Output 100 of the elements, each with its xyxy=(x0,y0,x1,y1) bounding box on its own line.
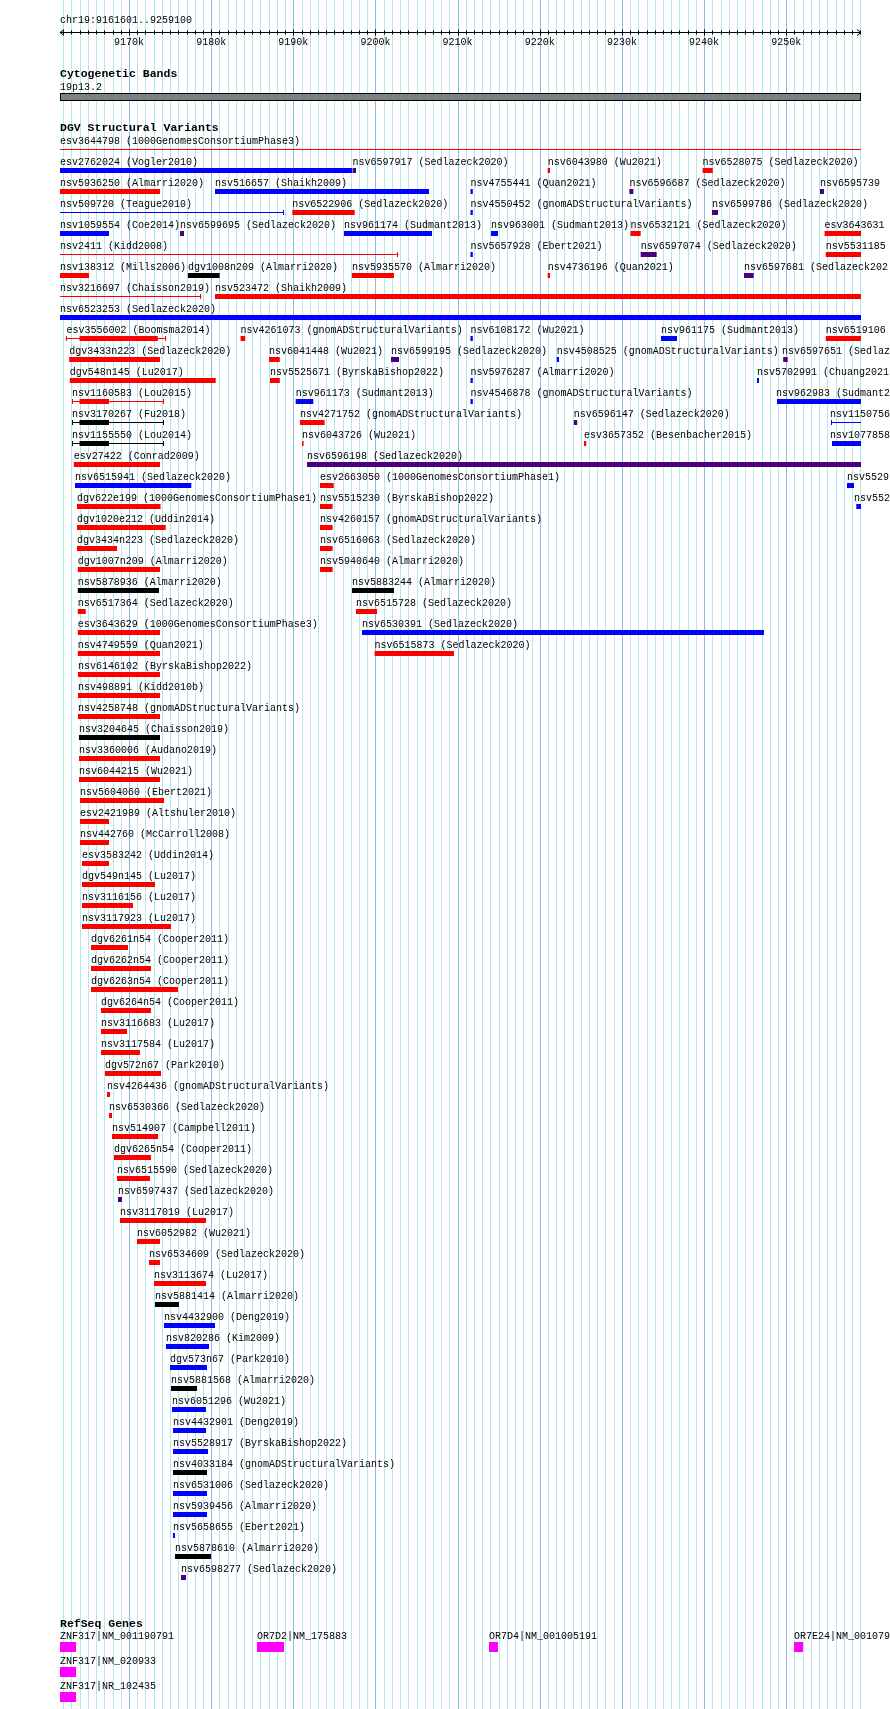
variant-label: dgv3433n223 (Sedlazeck2020) xyxy=(69,345,232,357)
variant-label: nsv6596687 (Sedlazeck2020) xyxy=(629,177,786,189)
variant-label: nsv6043980 (Wu2021) xyxy=(547,156,662,168)
variant-label: nsv1077858 xyxy=(830,429,890,441)
gene-bar xyxy=(60,1642,76,1652)
variant-label: dgv548n145 (Lu2017) xyxy=(69,366,184,378)
variant-label: nsv962983 (Sudmant2 xyxy=(776,387,890,399)
gene-label: OR7D4|NM_001005191 xyxy=(489,1631,598,1642)
variant-label: esv3583242 (Uddin2014) xyxy=(82,849,215,861)
variant-label: nsv514907 (Campbell2011) xyxy=(112,1122,257,1134)
variant-label: nsv820286 (Kim2009) xyxy=(166,1332,281,1344)
variant-label: esv3643629 (1000GenomesConsortiumPhase3) xyxy=(77,618,318,630)
track-title: RefSeq Genes xyxy=(60,1617,143,1630)
variant-label: nsv523472 (Shaikh2009) xyxy=(215,282,348,294)
variant-label: nsv4271752 (gnomADStructuralVariants) xyxy=(300,408,523,420)
variant-label: nsv6534609 (Sedlazeck2020) xyxy=(149,1248,306,1260)
variant-label: dgv1020e212 (Uddin2014) xyxy=(77,513,216,525)
variant-label: nsv498891 (Kidd2010b) xyxy=(78,681,205,693)
variant-label: nsv6597437 (Sedlazeck2020) xyxy=(118,1185,275,1197)
variant-label: dgv549n145 (Lu2017) xyxy=(82,870,197,882)
variant-label: nsv6528075 (Sedlazeck2020) xyxy=(702,156,859,168)
tick-label: 9180k xyxy=(196,36,227,48)
variant-label: nsv3360006 (Audano2019) xyxy=(79,744,218,756)
variant-label: nsv3204645 (Chaisson2019) xyxy=(79,723,230,735)
variant-label: esv3643631 xyxy=(824,219,885,231)
variant-label: esv2663050 (1000GenomesConsortiumPhase1) xyxy=(320,471,561,483)
variant-label: nsv3116156 (Lu2017) xyxy=(82,891,197,903)
tick-label: 9210k xyxy=(442,36,473,48)
variant-label: esv3657352 (Besenbacher2015) xyxy=(584,429,752,441)
variant-label: dgv3434n223 (Sedlazeck2020) xyxy=(77,534,240,546)
variant-label: dgv1008n209 (Almarri2020) xyxy=(187,261,338,273)
variant-label: nsv5881568 (Almarri2020) xyxy=(171,1374,316,1386)
variant-label: nsv4264436 (gnomADStructuralVariants) xyxy=(107,1080,330,1092)
variant-label: esv27422 (Conrad2009) xyxy=(73,450,200,462)
variant-label: nsv4432900 (Deng2019) xyxy=(164,1311,291,1323)
variant-label: nsv3116683 (Lu2017) xyxy=(101,1017,216,1029)
variant-label: nsv6597681 (Sedlazeck202 xyxy=(744,261,888,273)
variant-label: nsv6051296 (Wu2021) xyxy=(172,1395,287,1407)
tick-label: 9230k xyxy=(606,36,637,48)
variant-label: nsv4508525 (gnomADStructuralVariants) xyxy=(556,345,779,357)
variant-label: nsv961173 (Sudmant2013) xyxy=(295,387,434,399)
variant-label: nsv442760 (McCarroll2008) xyxy=(80,828,231,840)
variant-label: nsv6522906 (Sedlazeck2020) xyxy=(292,198,449,210)
tick-label: 9200k xyxy=(360,36,391,48)
variant-label: nsv3216697 (Chaisson2019) xyxy=(60,282,211,294)
variant-label: nsv4260157 (gnomADStructuralVariants) xyxy=(320,513,543,525)
gene-bar xyxy=(257,1642,284,1652)
variant-label: nsv4261073 (gnomADStructuralVariants) xyxy=(240,324,463,336)
variant-label: nsv6517364 (Sedlazeck2020) xyxy=(77,597,234,609)
tick-label: 9240k xyxy=(689,36,720,48)
variant-label: nsv6595739 xyxy=(820,177,880,189)
gene-label: OR7E24|NM_001079 xyxy=(794,1631,890,1642)
variant-label: nsv6516063 (Sedlazeck2020) xyxy=(320,534,477,546)
variant-label: nsv6108172 (Wu2021) xyxy=(470,324,585,336)
variant-label: nsv5658655 (Ebert2021) xyxy=(173,1521,306,1533)
variant-label: nsv552 xyxy=(854,492,890,504)
variant-label: nsv4749559 (Quan2021) xyxy=(77,639,204,651)
variant-label: nsv961175 (Sudmant2013) xyxy=(661,324,800,336)
variant-label: nsv5531185 xyxy=(825,240,886,252)
variant-label: dgv6264n54 (Cooper2011) xyxy=(101,996,240,1008)
tick-label: 9190k xyxy=(278,36,309,48)
variant-label: nsv6599786 (Sedlazeck2020) xyxy=(712,198,868,210)
variant-label: nsv6530391 (Sedlazeck2020) xyxy=(362,618,518,630)
variant-label: nsv6523253 (Sedlazeck2020) xyxy=(60,303,217,315)
variant-label: nsv2411 (Kidd2008) xyxy=(60,240,169,252)
variant-label: nsv6041448 (Wu2021) xyxy=(269,345,383,357)
variant-label: nsv6515873 (Sedlazeck2020) xyxy=(374,639,531,651)
variant-label: nsv6597917 (Sedlazeck2020) xyxy=(352,156,509,168)
variant-label: nsv5604060 (Ebert2021) xyxy=(80,786,213,798)
variant-label: nsv6598277 (Sedlazeck2020) xyxy=(181,1563,338,1575)
variant-label: dgv622e199 (1000GenomesConsortiumPhase1) xyxy=(77,492,318,504)
variant-label: esv2762024 (Vogler2010) xyxy=(60,156,199,168)
variant-label: dgv6263n54 (Cooper2011) xyxy=(91,975,230,987)
variant-label: nsv3117019 (Lu2017) xyxy=(120,1206,235,1218)
variant-label: nsv3170267 (Fu2018) xyxy=(72,408,187,420)
variant-label: nsv5939456 (Almarri2020) xyxy=(173,1500,318,1512)
variant-label: esv3556002 (Boomsma2014) xyxy=(66,324,211,336)
variant-label: nsv1160583 (Lou2015) xyxy=(72,387,193,399)
variant-label: nsv5976287 (Almarri2020) xyxy=(470,366,615,378)
gene-label: ZNF317|NM_001190791 xyxy=(60,1631,175,1642)
gene-bar xyxy=(489,1642,498,1652)
variant-label: esv3644798 (1000GenomesConsortiumPhase3) xyxy=(60,135,301,147)
variant-label: nsv6052982 (Wu2021) xyxy=(137,1227,252,1239)
tick-label: 9220k xyxy=(524,36,555,48)
variant-label: nsv1155550 (Lou2014) xyxy=(72,429,193,441)
tick-label: 9250k xyxy=(771,36,802,48)
variant-label: nsv6146102 (ByrskaBishop2022) xyxy=(78,660,253,672)
variant-label: nsv6532121 (Sedlazeck2020) xyxy=(630,219,787,231)
variant-label: nsv3117923 (Lu2017) xyxy=(82,912,197,924)
variant-label: nsv5940640 (Almarri2020) xyxy=(320,555,465,567)
variant-label: nsv6530366 (Sedlazeck2020) xyxy=(109,1101,266,1113)
variant-label: nsv4432901 (Deng2019) xyxy=(173,1416,300,1428)
variant-label: nsv5881414 (Almarri2020) xyxy=(155,1290,300,1302)
gene-label: ZNF317|NM_020933 xyxy=(60,1656,156,1667)
variant-label: nsv6597651 (Sedlaz xyxy=(782,345,890,357)
track-title: DGV Structural Variants xyxy=(60,121,219,134)
variant-label: dgv6262n54 (Cooper2011) xyxy=(91,954,230,966)
variant-label: nsv6596198 (Sedlazeck2020) xyxy=(307,450,464,462)
variant-label: nsv4258748 (gnomADStructuralVariants) xyxy=(78,702,301,714)
variant-label: nsv5935570 (Almarri2020) xyxy=(351,261,496,273)
